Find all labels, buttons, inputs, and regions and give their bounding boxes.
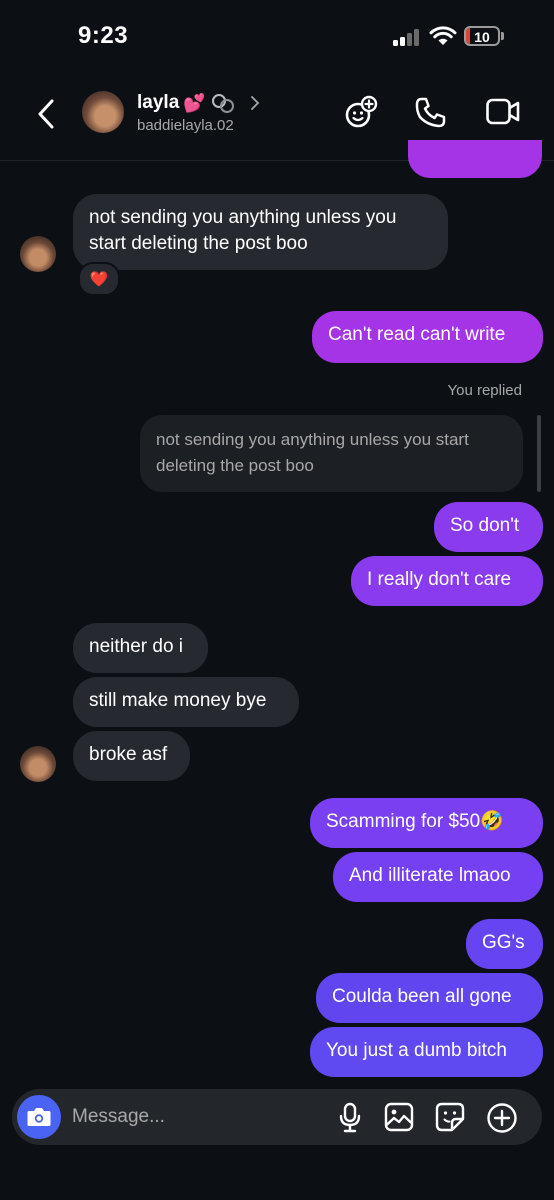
effects-icon[interactable] [343,95,379,131]
sent-message[interactable]: And illiterate lmaoo [333,852,543,902]
camera-icon [27,1108,51,1126]
status-bar: 9:23 10 [0,0,554,75]
contact-handle: baddielayla.02 [137,117,234,134]
video-call-icon[interactable] [485,95,521,129]
quote-bar [537,415,541,492]
phone-call-icon[interactable] [414,95,448,129]
status-time: 9:23 [78,22,129,49]
replied-label: You replied [447,382,522,399]
sent-message[interactable]: You just a dumb bitch [310,1027,543,1077]
contact-avatar-small [20,236,56,272]
heart-reaction[interactable]: ❤️ [78,262,120,296]
sent-message[interactable]: Can't read can't write [312,311,543,363]
camera-button[interactable] [17,1095,61,1139]
received-message[interactable]: not sending you anything unless you star… [73,194,448,270]
microphone-icon[interactable] [338,1102,362,1134]
chevron-right-icon [250,96,259,110]
sent-message[interactable]: Coulda been all gone [316,973,543,1023]
received-message[interactable]: neither do i [73,623,208,673]
quoted-reply[interactable]: not sending you anything unless you star… [140,415,523,492]
back-chevron-icon[interactable] [34,97,58,131]
sent-message[interactable]: So don't [434,502,543,552]
add-circle-icon[interactable] [486,1102,518,1134]
sent-message[interactable]: I really don't care [351,556,543,606]
received-message[interactable]: still make money bye [73,677,299,727]
sent-message[interactable]: Scamming for $50🤣 [310,798,543,848]
cellular-signal-icon [393,28,423,46]
battery-tip [501,32,504,40]
received-message[interactable]: broke asf [73,731,190,781]
wifi-icon [429,26,457,45]
message-composer [12,1089,542,1145]
battery-level: 10 [474,29,490,45]
contact-avatar-small [20,746,56,782]
contact-username: layla [137,92,180,113]
ring-icon [211,94,234,113]
username-emoji: 💕 [183,92,206,113]
sticker-icon[interactable] [435,1102,465,1132]
gallery-icon[interactable] [384,1102,414,1132]
battery-icon: 10 [464,26,500,46]
sent-message[interactable]: GG's [466,919,543,969]
message-input[interactable] [72,1089,312,1145]
contact-avatar[interactable] [82,91,124,133]
previous-sent-bubble-fragment [408,140,542,178]
contact-name-row[interactable]: layla 💕 [137,91,260,115]
